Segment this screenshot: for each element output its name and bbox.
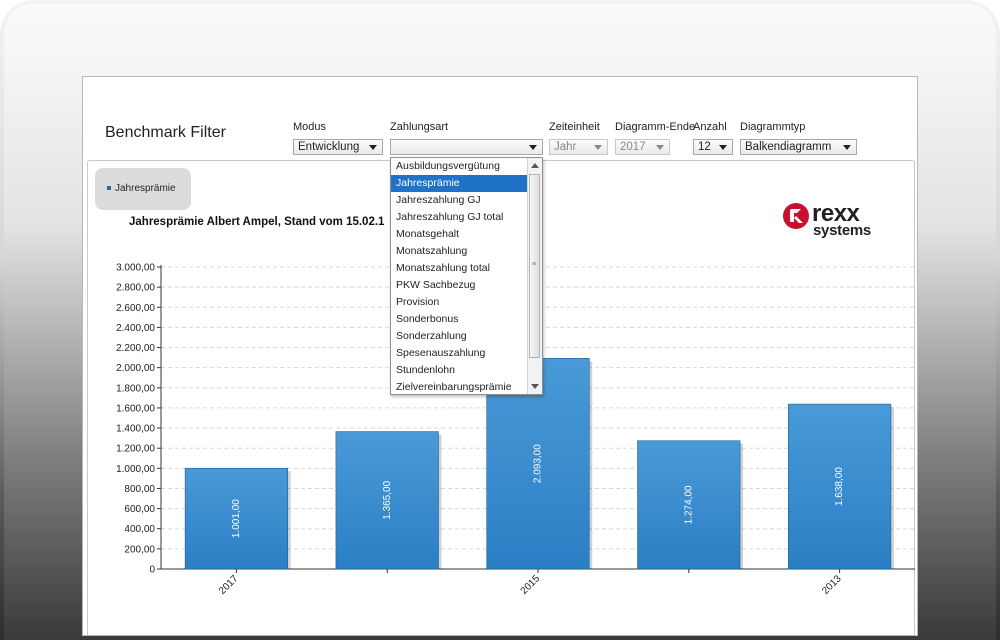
scroll-up-icon[interactable] [531,163,539,168]
app-screen: Benchmark Filter Modus Zahlungsart Zeite… [82,76,918,636]
dropdown-scrollbar[interactable]: ≡ [527,158,542,394]
diagramm-ende-select-value: 2017 [620,141,646,153]
dropdown-item[interactable]: Stundenlohn [391,362,527,379]
dropdown-item[interactable]: Jahreszahlung GJ [391,192,527,209]
chevron-down-icon [529,145,537,150]
chevron-down-icon [369,145,377,150]
dropdown-item[interactable]: Ausbildungsvergütung [391,158,527,175]
anzahl-label: Anzahl [693,121,727,133]
dropdown-item[interactable]: Zielvereinbarungsprämie [391,379,527,394]
zeiteinheit-select-value: Jahr [554,141,577,153]
zahlungsart-label: Zahlungsart [390,121,449,133]
y-tick-label: 2.000,00 [116,363,155,374]
dropdown-item[interactable]: Spesenauszahlung [391,345,527,362]
diagramm-ende-select[interactable]: 2017 [615,139,670,155]
diagrammtyp-label: Diagrammtyp [740,121,806,133]
scroll-down-icon[interactable] [531,384,539,389]
y-tick-label: 400,00 [124,524,155,535]
y-tick-label: 800,00 [124,484,155,495]
diagrammtyp-select[interactable]: Balkendiagramm [740,139,857,155]
chevron-down-icon [719,145,727,150]
y-tick-label: 2.600,00 [116,303,155,314]
dropdown-item[interactable]: Monatszahlung total [391,260,527,277]
grip-icon: ≡ [532,261,537,268]
scrollbar-thumb[interactable]: ≡ [529,174,540,358]
bar-value-label: 1.638,00 [834,467,845,506]
legend-swatch-icon [107,186,111,191]
dropdown-item[interactable]: PKW Sachbezug [391,277,527,294]
bar-value-label: 1.001,00 [231,499,242,538]
dropdown-item[interactable]: Sonderzahlung [391,328,527,345]
dropdown-item[interactable]: Sonderbonus [391,311,527,328]
bar-value-label: 2.093,00 [533,444,544,483]
x-tick-label: 2013 [820,573,844,597]
anzahl-select[interactable]: 12 [693,139,733,155]
dropdown-item[interactable]: Jahresprämie [391,175,527,192]
chevron-down-icon [656,145,664,150]
chevron-down-icon [843,145,851,150]
zahlungsart-dropdown[interactable]: Ausbildungsvergütung Jahresprämie Jahresza… [390,157,543,395]
logo-sub: systems [813,222,871,239]
dropdown-list: Ausbildungsvergütung Jahresprämie Jahresza… [391,158,527,394]
y-tick-label: 1.400,00 [116,424,155,435]
y-tick-label: 2.400,00 [116,323,155,334]
dropdown-item[interactable]: Monatsgehalt [391,226,527,243]
y-tick-label: 200,00 [124,544,155,555]
x-tick-label: 2017 [217,573,241,597]
modus-select-value: Entwicklung [298,141,360,153]
y-tick-label: 2.800,00 [116,283,155,294]
bar-value-label: 1.274,00 [683,485,694,524]
rexx-logo-icon [783,203,809,229]
modus-select[interactable]: Entwicklung [293,139,383,155]
y-tick-label: 1.600,00 [116,403,155,414]
x-tick-label: 2015 [519,573,543,597]
legend-label: Jahresprämie [115,183,176,194]
zeiteinheit-select[interactable]: Jahr [549,139,608,155]
chevron-down-icon [594,145,602,150]
y-tick-label: 2.200,00 [116,343,155,354]
anzahl-select-value: 12 [698,141,711,153]
modus-label: Modus [293,121,327,133]
rexx-logo: rexx systems [782,202,892,242]
zeiteinheit-label: Zeiteinheit [549,121,600,133]
chart-title: Jahresprämie Albert Ampel, Stand vom 15.… [129,216,385,228]
y-tick-label: 1.800,00 [116,383,155,394]
filter-title: Benchmark Filter [105,124,226,141]
diagramm-ende-label: Diagramm-Ende [615,121,696,133]
y-tick-label: 1.200,00 [116,444,155,455]
diagrammtyp-select-value: Balkendiagramm [745,141,832,153]
bar-value-label: 1.365,00 [382,480,393,519]
dropdown-item[interactable]: Provision [391,294,527,311]
dropdown-item[interactable]: Monatszahlung [391,243,527,260]
dropdown-item[interactable]: Jahreszahlung GJ total [391,209,527,226]
y-tick-label: 0 [149,565,155,576]
legend-item[interactable]: Jahresprämie [95,168,191,210]
y-tick-label: 1.000,00 [116,464,155,475]
y-tick-label: 3.000,00 [116,263,155,274]
y-tick-label: 600,00 [124,504,155,515]
zahlungsart-select[interactable] [390,139,543,155]
